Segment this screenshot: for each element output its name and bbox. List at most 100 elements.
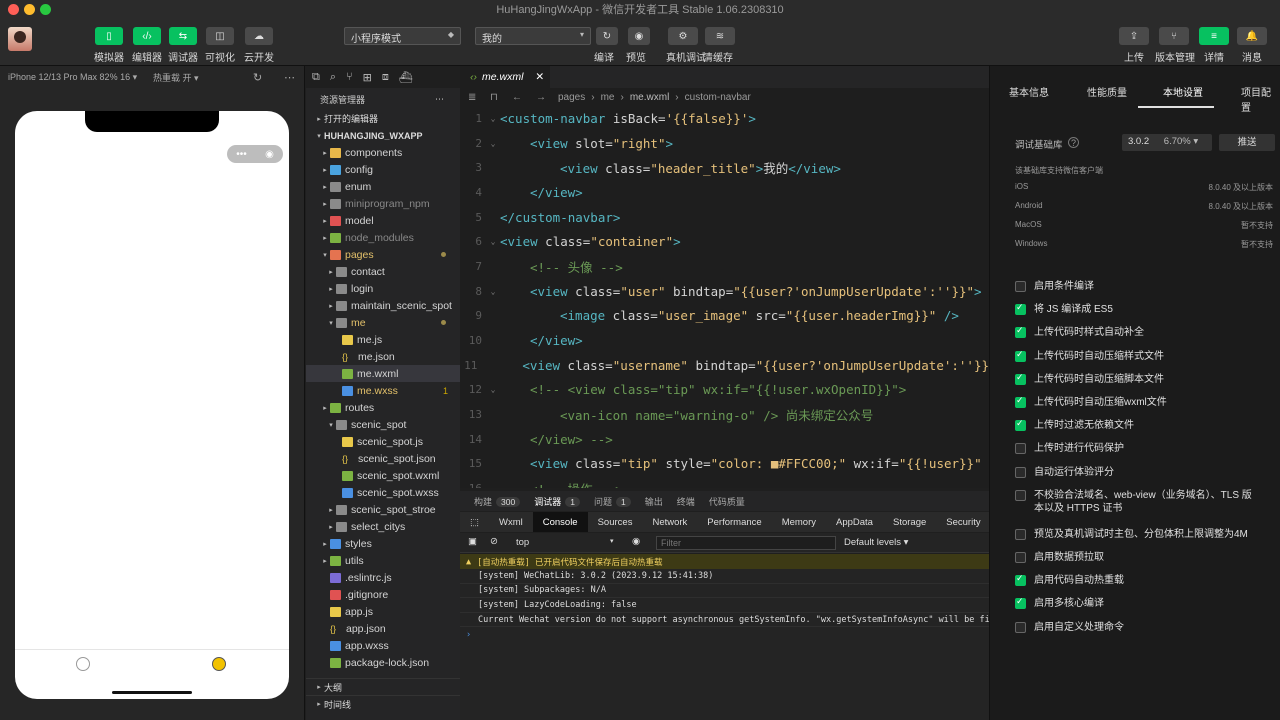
capsule-close-icon[interactable]: ◉	[265, 149, 274, 160]
file-tree-item[interactable]: ▸ model	[306, 212, 460, 229]
inspect-icon[interactable]: ⬚	[460, 512, 489, 532]
file-tree-item[interactable]: app.js	[306, 603, 460, 620]
mode-select[interactable]: 小程序模式 ◆	[344, 27, 461, 45]
tab-security[interactable]: Security	[936, 512, 990, 532]
eye-icon[interactable]: ◉	[632, 536, 640, 547]
hot-reload-toggle[interactable]: 热重载 开 ▾	[153, 71, 199, 84]
code-line[interactable]: 1 ⌄ <custom-navbar isBack='{{false}}'>	[460, 106, 989, 131]
option-checkbox[interactable]	[1015, 621, 1026, 633]
file-tree-item[interactable]: me.wxml	[306, 365, 460, 382]
breadcrumb-me[interactable]: me	[601, 92, 615, 103]
file-tree-item[interactable]: ▸ components	[306, 144, 460, 161]
code-editor[interactable]: 1 ⌄ <custom-navbar isBack='{{false}}'> 2 ⌄ <v…	[460, 106, 989, 488]
file-tree-item[interactable]: scenic_spot.js	[306, 433, 460, 450]
code-line[interactable]: 9 <image class="user_image" src="{{user.h…	[460, 304, 989, 329]
option-checkbox[interactable]	[1015, 596, 1026, 610]
sidebar-toggle-icon[interactable]: ▣	[468, 536, 477, 547]
phone-screen[interactable]: ••• ◉	[15, 111, 289, 699]
capsule-more-icon[interactable]: •••	[236, 149, 247, 160]
details-tab[interactable]: 基本信息	[1009, 84, 1049, 99]
tab-me-wxml[interactable]: ‹› me.wxml ✕	[460, 66, 550, 88]
docker-icon[interactable]: ⛴	[399, 71, 413, 84]
file-tree-item[interactable]: ▸ config	[306, 161, 460, 178]
toolbar-editor-button[interactable]: ‹/›	[133, 27, 161, 45]
debug-icon[interactable]: ⧈	[382, 71, 389, 84]
file-tree-item[interactable]: ▸ routes	[306, 399, 460, 416]
details-tab[interactable]: 本地设置	[1163, 84, 1203, 99]
file-tree-item[interactable]: ▾ pages	[306, 246, 460, 263]
file-tree-item[interactable]: ▸ contact	[306, 263, 460, 280]
rotate-icon[interactable]: ↻	[253, 71, 262, 84]
option-checkbox[interactable]	[1015, 466, 1026, 478]
tab-appdata[interactable]: AppData	[826, 512, 883, 532]
page-select[interactable]: 我的 ▾	[475, 27, 591, 45]
tab-memory[interactable]: Memory	[772, 512, 826, 532]
breadcrumb-symbol[interactable]: custom-navbar	[685, 92, 751, 103]
fold-icon[interactable]: ⌄	[486, 139, 500, 148]
code-line[interactable]: 16 <!-- 操作 -->	[460, 476, 989, 488]
tab-storage[interactable]: Storage	[883, 512, 936, 532]
file-tree-item[interactable]: .gitignore	[306, 586, 460, 603]
more-icon[interactable]: ⋯	[284, 71, 295, 84]
option-checkbox[interactable]	[1015, 489, 1026, 501]
tabbar-me-icon[interactable]	[212, 657, 226, 671]
console-output[interactable]: ▲ [自动热重载] 已开启代码文件保存后自动热重载 [system] WeChat…	[460, 554, 989, 720]
clear-console-icon[interactable]: ⊘	[490, 536, 498, 547]
code-line[interactable]: 3 <view class="header_title">我的</view>	[460, 155, 989, 180]
toolbar-remote-debug-button[interactable]: ⚙	[668, 27, 698, 45]
toolbar-compile-button[interactable]: ↻	[596, 27, 618, 45]
devtools-tab[interactable]: 调试器 1	[534, 495, 580, 508]
devtools-tab[interactable]: 构建 300	[474, 495, 521, 508]
context-select[interactable]: top	[516, 537, 529, 548]
toolbar-cloud-button[interactable]: ☁	[245, 27, 273, 45]
file-tree-item[interactable]: {} scenic_spot.json	[306, 450, 460, 467]
code-line[interactable]: 7 <!-- 头像 -->	[460, 254, 989, 279]
option-checkbox[interactable]	[1015, 281, 1026, 292]
code-line[interactable]: 5 </custom-navbar>	[460, 205, 989, 230]
option-checkbox[interactable]	[1015, 325, 1026, 339]
explorer-more-icon[interactable]: ⋯	[435, 94, 444, 105]
close-tab-icon[interactable]: ✕	[535, 71, 544, 83]
file-tree-item[interactable]: ▸ styles	[306, 535, 460, 552]
option-checkbox[interactable]	[1015, 418, 1026, 432]
timeline-section[interactable]: ▸ 时间线	[306, 695, 460, 712]
file-tree-item[interactable]: ▸ node_modules	[306, 229, 460, 246]
project-root[interactable]: ▾ HUHANGJING_WXAPP	[306, 127, 460, 144]
console-filter-input[interactable]	[656, 536, 836, 550]
file-tree-item[interactable]: ▾ me	[306, 314, 460, 331]
search-icon[interactable]: ⌕	[330, 71, 336, 84]
toolbar-preview-button[interactable]: ◉	[628, 27, 650, 45]
file-tree-item[interactable]: scenic_spot.wxml	[306, 467, 460, 484]
toolbar-version-button[interactable]: ⑂	[1159, 27, 1189, 45]
details-tab[interactable]: 项目配置	[1241, 84, 1280, 114]
file-tree-item[interactable]: ▸ enum	[306, 178, 460, 195]
files-icon[interactable]: ⧉	[312, 71, 320, 84]
devtools-tab[interactable]: 终端	[677, 495, 695, 508]
user-avatar[interactable]	[8, 27, 32, 51]
code-line[interactable]: 15 <view class="tip" style="color: ■#FFCC…	[460, 452, 989, 477]
file-tree-item[interactable]: {} me.json	[306, 348, 460, 365]
toolbar-visual-button[interactable]: ◫	[206, 27, 234, 45]
breadcrumb-file[interactable]: me.wxml	[630, 92, 669, 103]
option-checkbox[interactable]	[1015, 443, 1026, 455]
fold-icon[interactable]: ⌄	[486, 287, 500, 296]
file-tree-item[interactable]: ▸ select_citys	[306, 518, 460, 535]
tabbar-home-icon[interactable]	[76, 657, 90, 671]
toolbar-messages-button[interactable]: 🔔	[1237, 27, 1267, 45]
file-tree-item[interactable]: ▸ utils	[306, 552, 460, 569]
option-checkbox[interactable]	[1015, 372, 1026, 385]
option-checkbox[interactable]	[1015, 552, 1026, 563]
toolbar-simulator-button[interactable]: ▯	[95, 27, 123, 45]
devtools-tab[interactable]: 代码质量	[709, 495, 745, 508]
file-tree-item[interactable]: ▸ miniprogram_npm	[306, 195, 460, 212]
file-tree-item[interactable]: me.js	[306, 331, 460, 348]
file-tree-item[interactable]: {} app.json	[306, 620, 460, 637]
device-select[interactable]: iPhone 12/13 Pro Max 82% 16 ▾	[8, 72, 137, 83]
extensions-icon[interactable]: ⊞	[363, 71, 372, 84]
details-tab[interactable]: 性能质量	[1087, 84, 1127, 99]
nav-back-icon[interactable]: ←	[512, 92, 522, 103]
code-line[interactable]: 14 </view> -->	[460, 427, 989, 452]
code-line[interactable]: 4 </view>	[460, 180, 989, 205]
option-checkbox[interactable]	[1015, 395, 1026, 408]
nav-forward-icon[interactable]: →	[536, 92, 546, 103]
